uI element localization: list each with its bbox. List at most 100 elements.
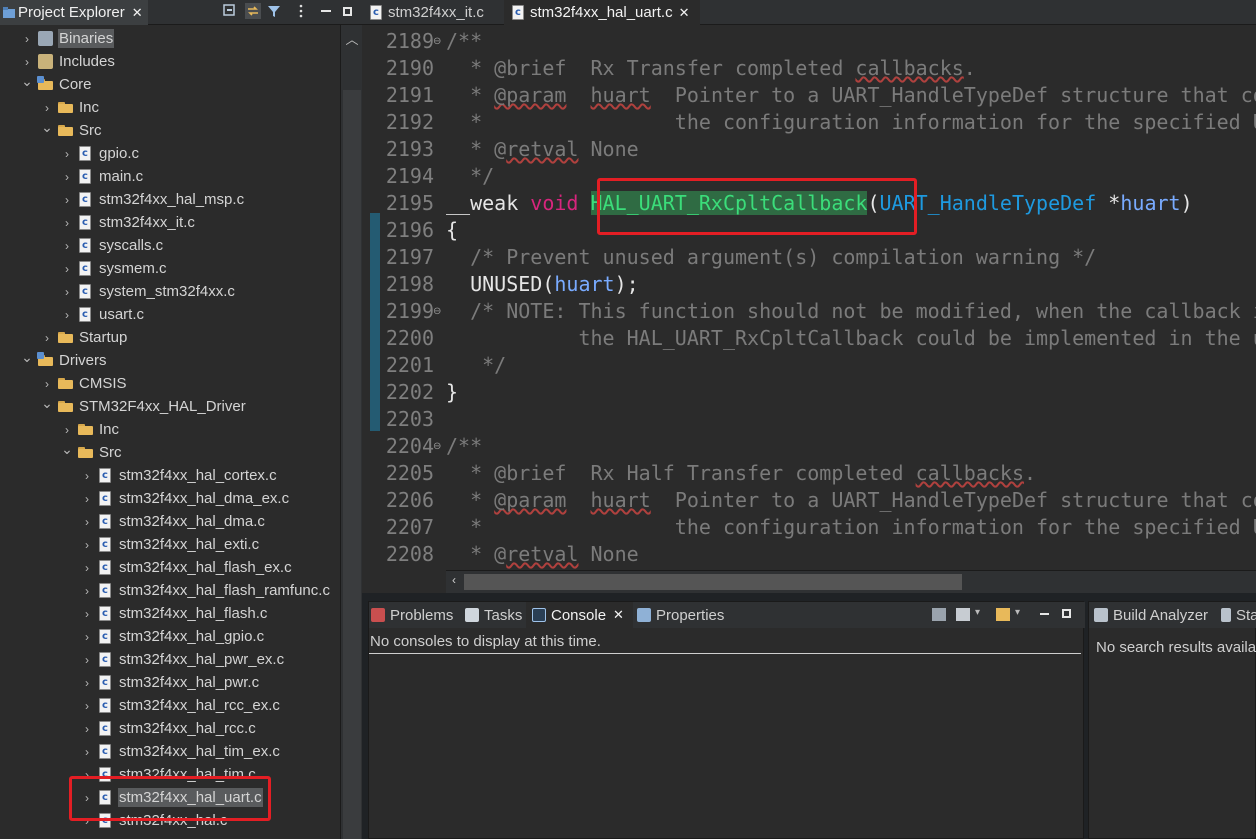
tab-console[interactable]: Console ✕ — [526, 602, 633, 628]
tree-item[interactable]: › c stm32f4xx_hal_dma_ex.c — [0, 487, 340, 510]
tree-item[interactable]: › Includes — [0, 50, 340, 73]
chevron-right-icon[interactable]: › — [60, 303, 74, 326]
tab-stm32f4xx-hal-uart[interactable]: c stm32f4xx_hal_uart.c ✕ — [504, 0, 700, 25]
tree-item[interactable]: › c stm32f4xx_hal.c — [0, 809, 340, 832]
tree-item[interactable]: › c stm32f4xx_hal_cortex.c — [0, 464, 340, 487]
code-area[interactable]: /** * @brief Rx Transfer completed callb… — [446, 25, 1256, 570]
chevron-down-icon[interactable]: ▾ — [1015, 607, 1020, 618]
code-line[interactable]: * @brief Rx Half Transfer completed call… — [446, 460, 1036, 487]
maximize-icon[interactable] — [1062, 609, 1071, 618]
chevron-right-icon[interactable]: › — [80, 487, 94, 510]
chevron-right-icon[interactable]: › — [80, 694, 94, 717]
tree-item[interactable]: › c usart.c — [0, 303, 340, 326]
chevron-right-icon[interactable]: › — [80, 786, 94, 809]
code-line[interactable]: the HAL_UART_RxCpltCallback could be imp… — [446, 325, 1256, 352]
view-menu-icon[interactable] — [293, 3, 309, 19]
code-line[interactable]: * @retval None — [446, 541, 639, 568]
tab-problems[interactable]: Problems — [371, 602, 453, 628]
code-line[interactable]: UNUSED(huart); — [446, 271, 639, 298]
code-line[interactable]: */ — [446, 163, 494, 190]
tree-item[interactable]: ⌄ Core — [0, 73, 340, 96]
code-line[interactable]: /** — [446, 28, 482, 55]
tab-build-analyzer[interactable]: Build Analyzer — [1094, 602, 1208, 628]
tab-static-stack-analyzer[interactable]: Sta — [1221, 602, 1256, 628]
tree-item[interactable]: › c stm32f4xx_it.c — [0, 211, 340, 234]
chevron-right-icon[interactable]: › — [80, 625, 94, 648]
chevron-down-icon[interactable]: ⌄ — [60, 441, 74, 464]
tree-item[interactable]: › c stm32f4xx_hal_flash_ex.c — [0, 556, 340, 579]
fold-toggle-icon[interactable]: ⊖ — [433, 441, 441, 452]
tree-item[interactable]: ⌄ Src — [0, 119, 340, 142]
chevron-right-icon[interactable]: › — [80, 717, 94, 740]
tree-item[interactable]: ⌄ Drivers — [0, 349, 340, 372]
chevron-right-icon[interactable]: › — [40, 372, 54, 395]
tree-item[interactable]: › c syscalls.c — [0, 234, 340, 257]
code-line[interactable]: } — [446, 379, 458, 406]
tree-item[interactable]: › c stm32f4xx_hal_rcc_ex.c — [0, 694, 340, 717]
chevron-right-icon[interactable]: › — [80, 579, 94, 602]
code-line[interactable]: * the configuration information for the … — [446, 514, 1256, 541]
tree-item[interactable]: › c sysmem.c — [0, 257, 340, 280]
tree-item[interactable]: › c stm32f4xx_hal_pwr.c — [0, 671, 340, 694]
chevron-right-icon[interactable]: › — [40, 96, 54, 119]
tree-item[interactable]: › c stm32f4xx_hal_pwr_ex.c — [0, 648, 340, 671]
chevron-right-icon[interactable]: › — [60, 257, 74, 280]
chevron-right-icon[interactable]: › — [80, 740, 94, 763]
chevron-right-icon[interactable]: › — [80, 809, 94, 832]
scrollbar-thumb[interactable] — [343, 90, 361, 839]
scroll-up-icon[interactable]: ︿ — [341, 29, 363, 49]
project-explorer-tab[interactable]: Project Explorer ✕ — [0, 0, 148, 25]
display-console-icon[interactable] — [956, 608, 970, 621]
code-line[interactable]: * the configuration information for the … — [446, 109, 1256, 136]
code-line[interactable]: { — [446, 217, 458, 244]
chevron-right-icon[interactable]: › — [60, 280, 74, 303]
chevron-down-icon[interactable]: ⌄ — [40, 395, 54, 418]
chevron-right-icon[interactable]: › — [20, 50, 34, 73]
editor-horizontal-scrollbar[interactable]: ‹ — [446, 570, 1256, 593]
chevron-right-icon[interactable]: › — [60, 211, 74, 234]
code-line[interactable]: /** — [446, 433, 482, 460]
scroll-left-icon[interactable]: ‹ — [446, 573, 462, 591]
chevron-right-icon[interactable]: › — [40, 326, 54, 349]
tree-item[interactable]: › Startup — [0, 326, 340, 349]
tree-item[interactable]: › c main.c — [0, 165, 340, 188]
tree-item[interactable]: › c stm32f4xx_hal_tim_ex.c — [0, 740, 340, 763]
minimize-icon[interactable] — [318, 3, 334, 19]
chevron-right-icon[interactable]: › — [80, 510, 94, 533]
close-icon[interactable]: ✕ — [613, 607, 624, 623]
tree-item[interactable]: › c stm32f4xx_hal_tim.c — [0, 763, 340, 786]
tree-item[interactable]: › c stm32f4xx_hal_gpio.c — [0, 625, 340, 648]
chevron-down-icon[interactable]: ⌄ — [40, 119, 54, 142]
tree-item[interactable]: › c stm32f4xx_hal_exti.c — [0, 533, 340, 556]
minimize-icon[interactable] — [1040, 613, 1049, 615]
filter-icon[interactable] — [266, 3, 282, 19]
tree-item[interactable]: › c stm32f4xx_hal_dma.c — [0, 510, 340, 533]
chevron-right-icon[interactable]: › — [80, 556, 94, 579]
tree-item[interactable]: › c stm32f4xx_hal_flash_ramfunc.c — [0, 579, 340, 602]
close-icon[interactable]: ✕ — [132, 5, 143, 21]
chevron-right-icon[interactable]: › — [60, 188, 74, 211]
chevron-right-icon[interactable]: › — [80, 671, 94, 694]
chevron-right-icon[interactable]: › — [80, 648, 94, 671]
tree-item[interactable]: ⌄ Src — [0, 441, 340, 464]
tree-item[interactable]: › Binaries — [0, 27, 340, 50]
chevron-right-icon[interactable]: › — [80, 602, 94, 625]
tab-stm32f4xx-it[interactable]: c stm32f4xx_it.c — [362, 0, 497, 25]
tree-item[interactable]: › c system_stm32f4xx.c — [0, 280, 340, 303]
chevron-right-icon[interactable]: › — [60, 142, 74, 165]
chevron-right-icon[interactable]: › — [80, 763, 94, 786]
tab-tasks[interactable]: Tasks — [465, 602, 522, 628]
new-console-icon[interactable] — [996, 608, 1010, 621]
tree-item[interactable]: › Inc — [0, 418, 340, 441]
chevron-down-icon[interactable]: ⌄ — [20, 349, 34, 372]
scrollbar-thumb[interactable] — [464, 574, 962, 590]
chevron-right-icon[interactable]: › — [80, 533, 94, 556]
code-line[interactable]: /* NOTE: This function should not be mod… — [446, 298, 1256, 325]
chevron-right-icon[interactable]: › — [60, 418, 74, 441]
link-with-editor-icon[interactable] — [245, 3, 261, 19]
code-line[interactable]: __weak void HAL_UART_RxCpltCallback(UART… — [446, 190, 1193, 217]
tree-item[interactable]: › c stm32f4xx_hal_uart.c — [0, 786, 340, 809]
maximize-icon[interactable] — [339, 3, 355, 19]
code-line[interactable]: * @retval None — [446, 136, 639, 163]
chevron-down-icon[interactable]: ⌄ — [20, 73, 34, 96]
